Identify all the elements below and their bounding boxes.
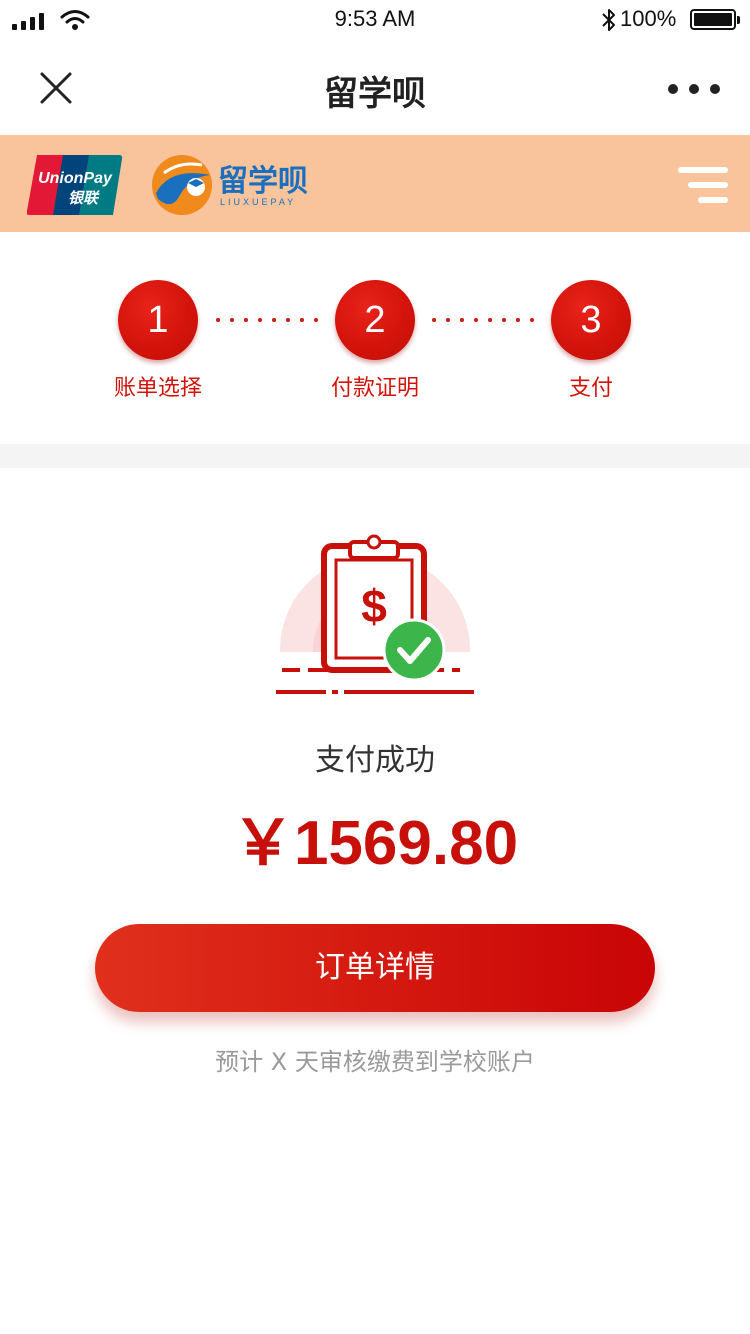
unionpay-logo-text: UnionPay bbox=[38, 170, 113, 187]
payment-amount: ￥1569.80 bbox=[231, 809, 519, 878]
svg-text:$: $ bbox=[361, 580, 387, 632]
step-number: 2 bbox=[335, 280, 415, 360]
payment-status: 支付成功 bbox=[315, 743, 435, 778]
step-label: 账单选择 bbox=[113, 376, 202, 401]
nav-bar: 留学呗 bbox=[0, 40, 750, 135]
battery-icon bbox=[690, 9, 740, 30]
step-number: 1 bbox=[118, 280, 198, 360]
step-label: 付款证明 bbox=[330, 376, 419, 401]
order-details-button[interactable]: 订单详情 bbox=[95, 924, 655, 1012]
liuxuepay-logo-en: LIUXUEPAY bbox=[220, 197, 296, 207]
step-bill-selection: 1 账单选择 bbox=[78, 280, 238, 402]
unionpay-logo-cn: 银联 bbox=[68, 189, 100, 207]
liuxuepay-logo: 留学呗 LIUXUEPAY bbox=[152, 155, 308, 215]
menu-icon[interactable] bbox=[678, 167, 728, 203]
battery-percent: 100% bbox=[620, 6, 677, 31]
more-dots-icon[interactable] bbox=[668, 82, 720, 96]
bluetooth-icon bbox=[602, 9, 615, 31]
progress-steps: 1 账单选择 2 付款证明 3 支付 bbox=[0, 232, 750, 444]
page-title: 留学呗 bbox=[324, 74, 426, 114]
step-number: 3 bbox=[551, 280, 631, 360]
review-note: 预计 X 天审核缴费到学校账户 bbox=[215, 1048, 535, 1076]
payment-success-clipboard-icon: $ bbox=[270, 534, 480, 705]
section-divider bbox=[0, 444, 750, 468]
step-label: 支付 bbox=[568, 376, 613, 401]
unionpay-logo: UnionPay 银联 bbox=[27, 155, 123, 215]
payment-success-screen: 9:53 AM 100% 留学呗 UnionPay 银联 留学呗 LIUXUEP… bbox=[0, 0, 750, 1334]
status-bar: 9:53 AM 100% bbox=[0, 0, 750, 40]
step-payment: 3 支付 bbox=[511, 280, 671, 402]
check-icon bbox=[382, 618, 446, 682]
brand-banner: UnionPay 银联 留学呗 LIUXUEPAY bbox=[0, 135, 750, 232]
step-payment-proof: 2 付款证明 bbox=[295, 280, 455, 402]
liuxuepay-logo-cn: 留学呗 bbox=[218, 164, 308, 199]
